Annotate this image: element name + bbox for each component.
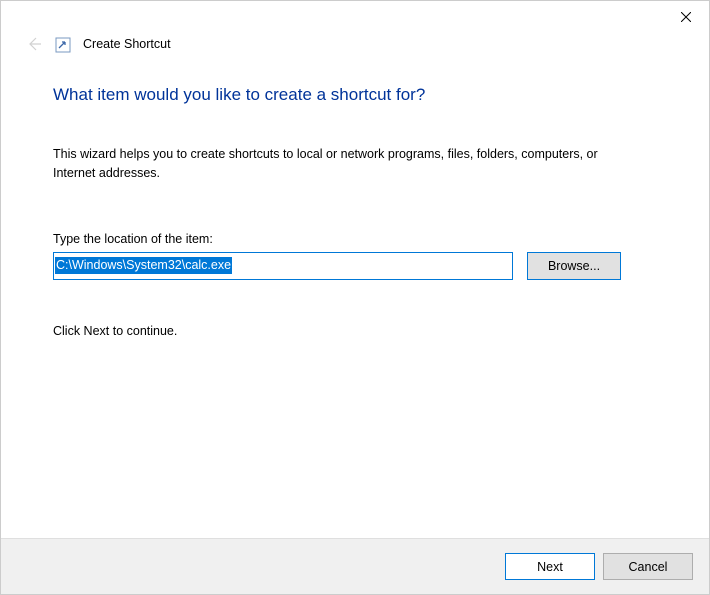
wizard-title: Create Shortcut xyxy=(83,37,171,51)
browse-button[interactable]: Browse... xyxy=(527,252,621,280)
location-row: C:\Windows\System32\calc.exe Browse... xyxy=(53,252,657,280)
continue-hint: Click Next to continue. xyxy=(53,324,657,338)
cancel-button[interactable]: Cancel xyxy=(603,553,693,580)
wizard-header: Create Shortcut xyxy=(1,33,709,53)
close-icon xyxy=(681,12,691,22)
location-label: Type the location of the item: xyxy=(53,232,657,246)
shortcut-icon xyxy=(55,37,71,53)
page-heading: What item would you like to create a sho… xyxy=(53,85,657,105)
wizard-content: What item would you like to create a sho… xyxy=(1,53,709,338)
title-bar xyxy=(1,1,709,33)
description-text: This wizard helps you to create shortcut… xyxy=(53,145,613,184)
back-arrow-icon xyxy=(26,36,42,52)
next-button[interactable]: Next xyxy=(505,553,595,580)
back-button xyxy=(25,35,43,53)
close-button[interactable] xyxy=(663,1,709,33)
wizard-footer: Next Cancel xyxy=(1,538,709,594)
location-input[interactable] xyxy=(53,252,513,280)
